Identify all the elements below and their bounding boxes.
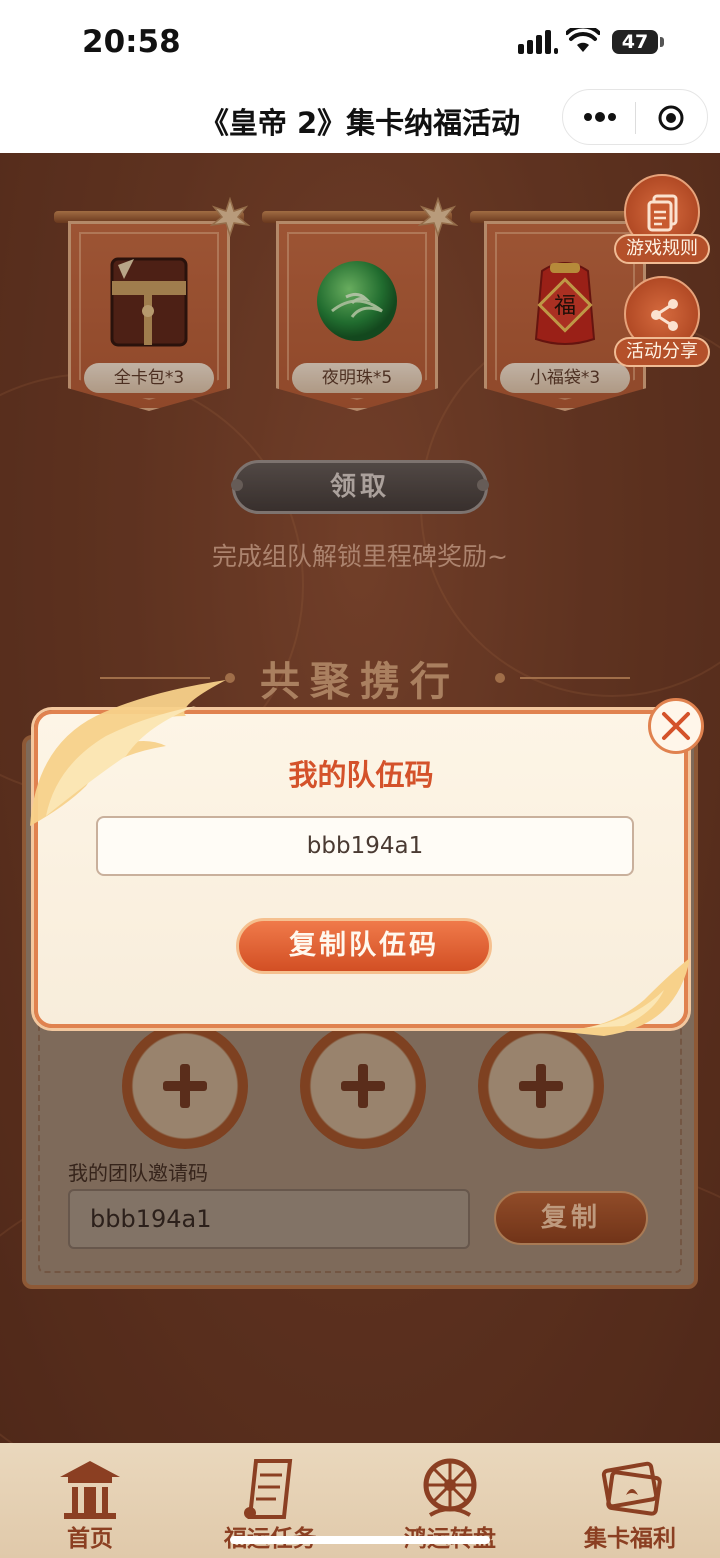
battery-indicator: 47 [612, 30, 658, 54]
target-circle-icon[interactable] [657, 104, 685, 132]
flame-decoration-icon [544, 958, 690, 1036]
status-bar: 20:58 47 [0, 0, 720, 84]
capsule-divider [635, 102, 636, 134]
cellular-signal-icon [518, 30, 558, 54]
close-modal-button[interactable] [648, 698, 704, 754]
copy-team-code-button[interactable]: 复制队伍码 [236, 918, 492, 974]
tab-card-benefits[interactable]: 集卡福利 [540, 1443, 720, 1558]
rules-document-icon [647, 194, 678, 232]
home-indicator [230, 1536, 490, 1544]
scroll-icon [244, 1459, 293, 1519]
miniprogram-capsule [562, 89, 708, 145]
battery-tip [660, 37, 664, 47]
tab-label: 集卡福利 [584, 1526, 676, 1552]
cards-icon [601, 1461, 662, 1516]
share-label[interactable]: 活动分享 [614, 337, 710, 367]
more-dots-icon[interactable] [583, 104, 617, 130]
pagoda-icon [60, 1461, 120, 1519]
close-icon [662, 712, 690, 740]
flame-decoration-icon [30, 680, 226, 826]
share-icon [651, 299, 678, 331]
nav-bar: 《皇帝 2》集卡纳福活动 [0, 84, 720, 153]
wheel-icon [423, 1458, 477, 1517]
status-time: 20:58 [82, 24, 181, 60]
tab-home[interactable]: 首页 [0, 1443, 180, 1558]
wifi-icon [566, 28, 600, 52]
rules-label[interactable]: 游戏规则 [614, 234, 710, 264]
tab-label: 首页 [67, 1526, 113, 1552]
